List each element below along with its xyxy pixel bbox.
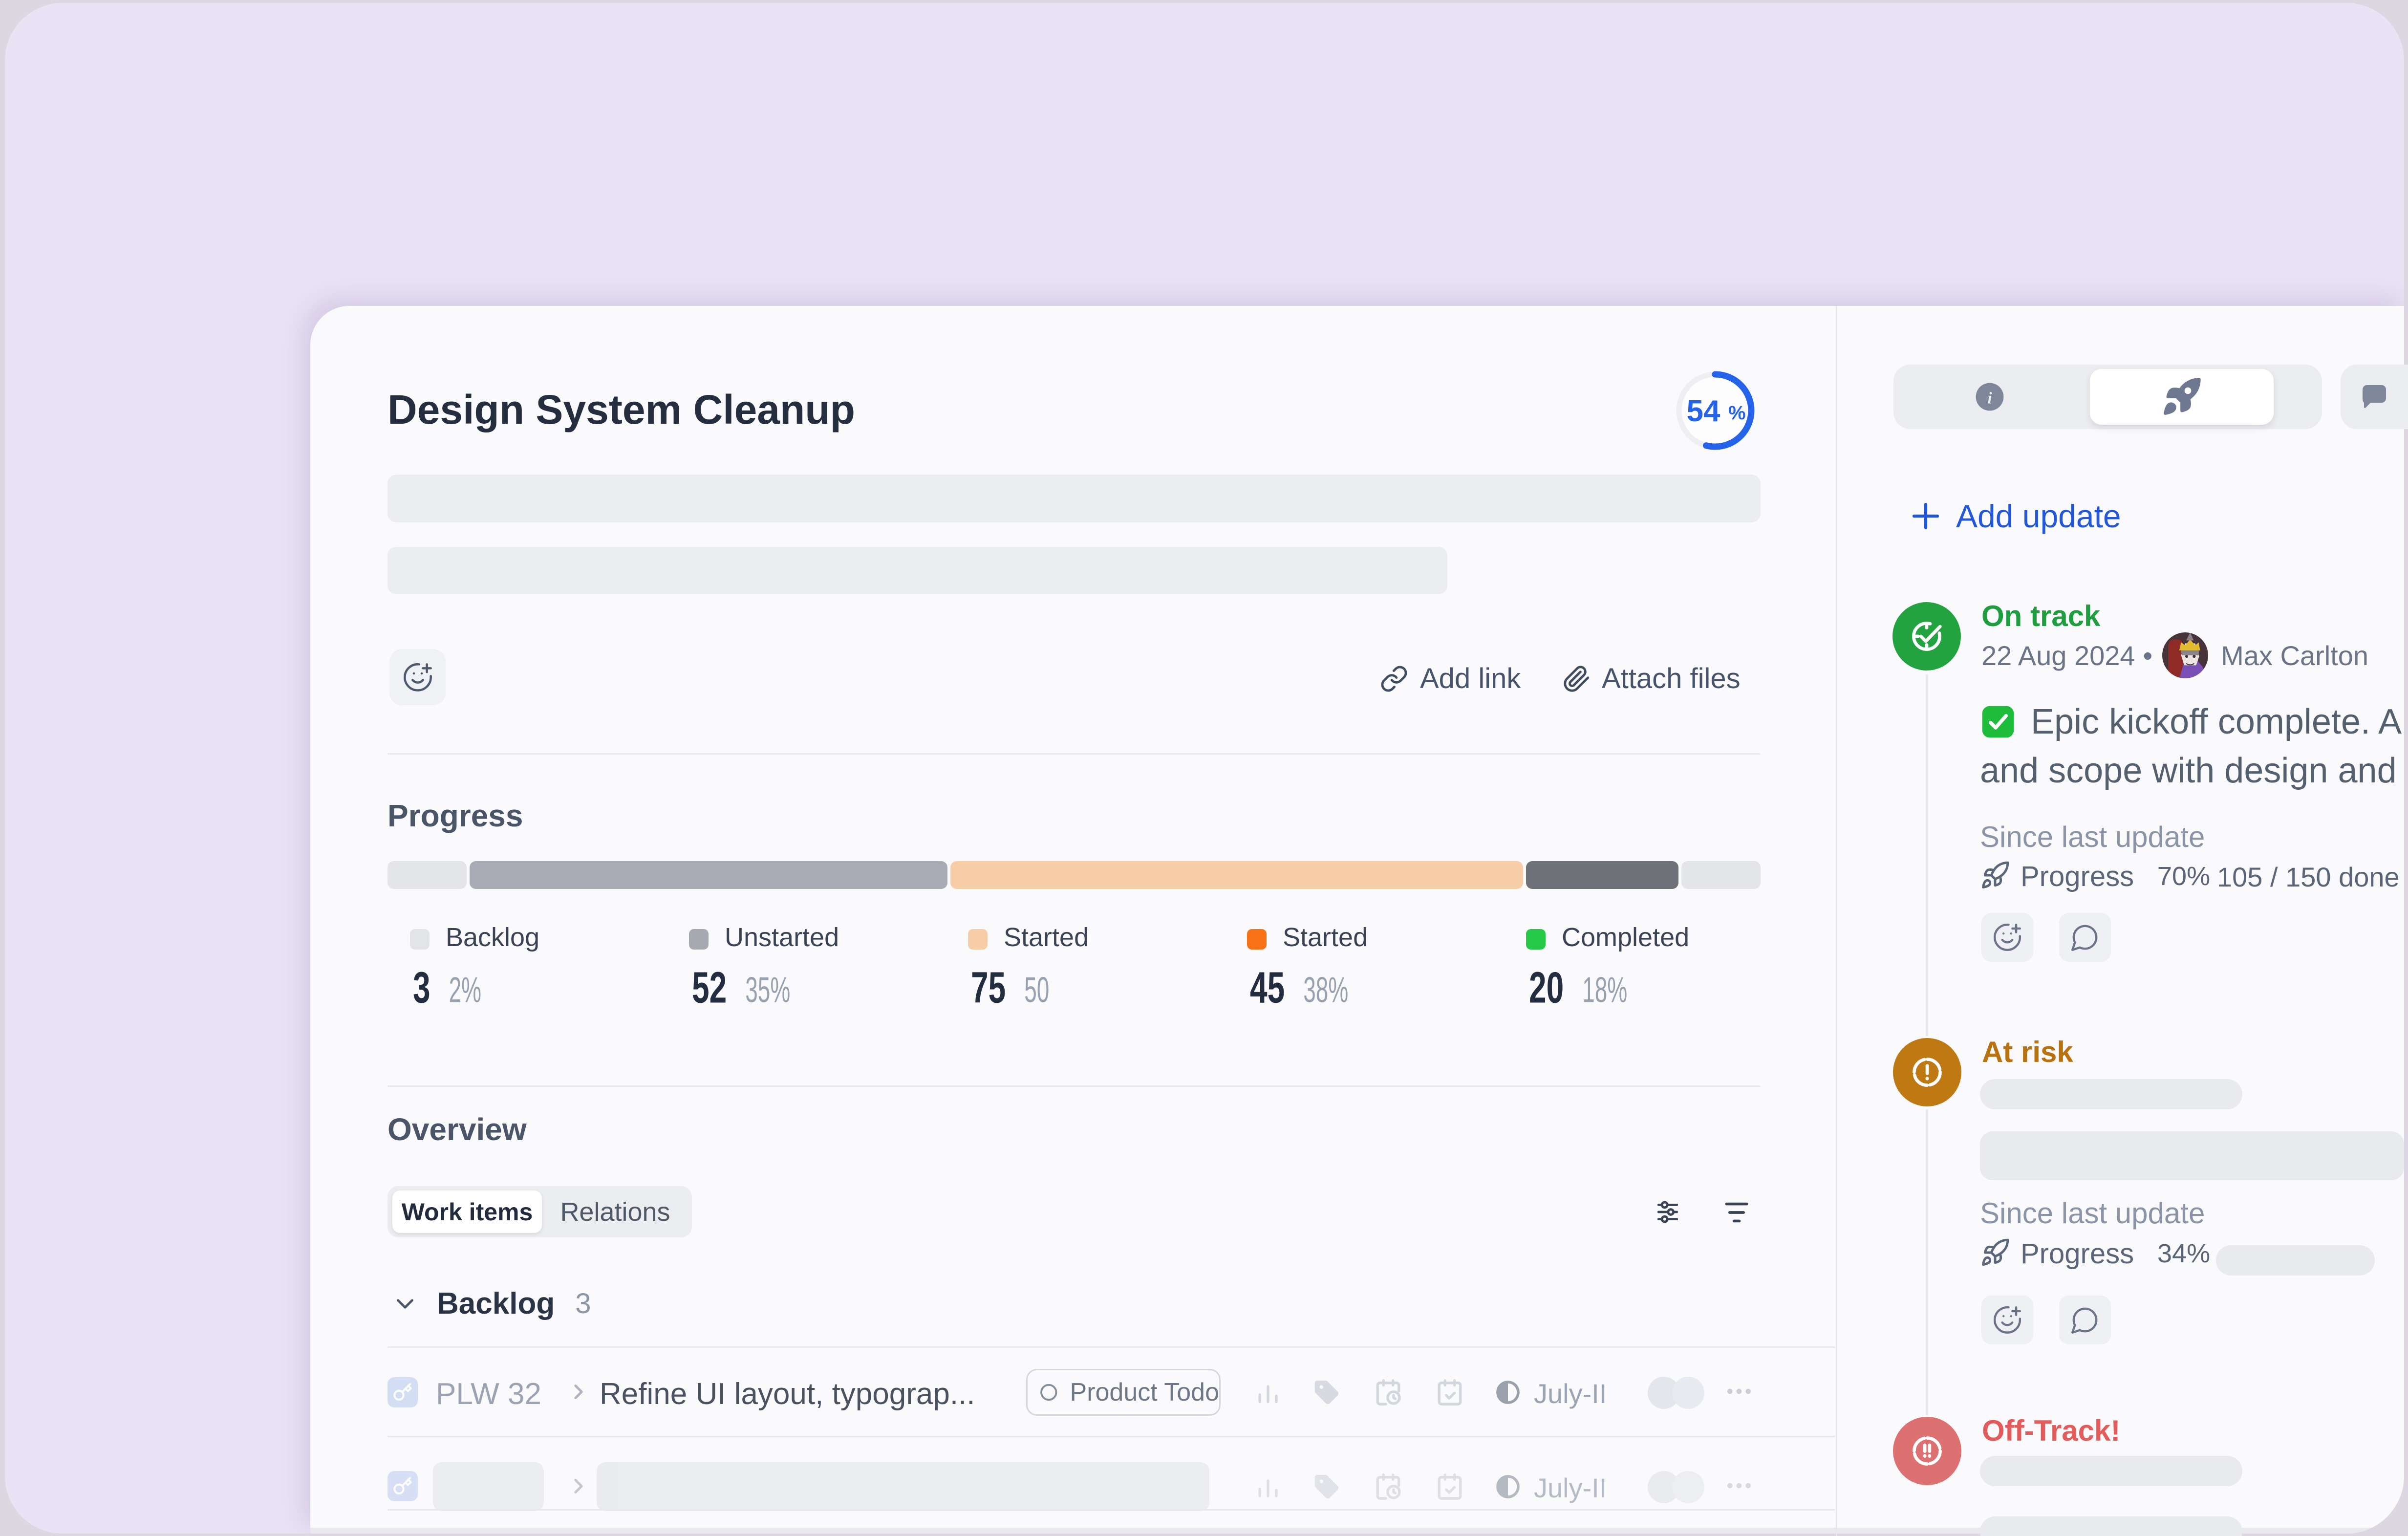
svg-text:54: 54: [1687, 394, 1720, 428]
svg-text:%: %: [1728, 402, 1746, 424]
svg-text:i: i: [1987, 389, 1992, 407]
